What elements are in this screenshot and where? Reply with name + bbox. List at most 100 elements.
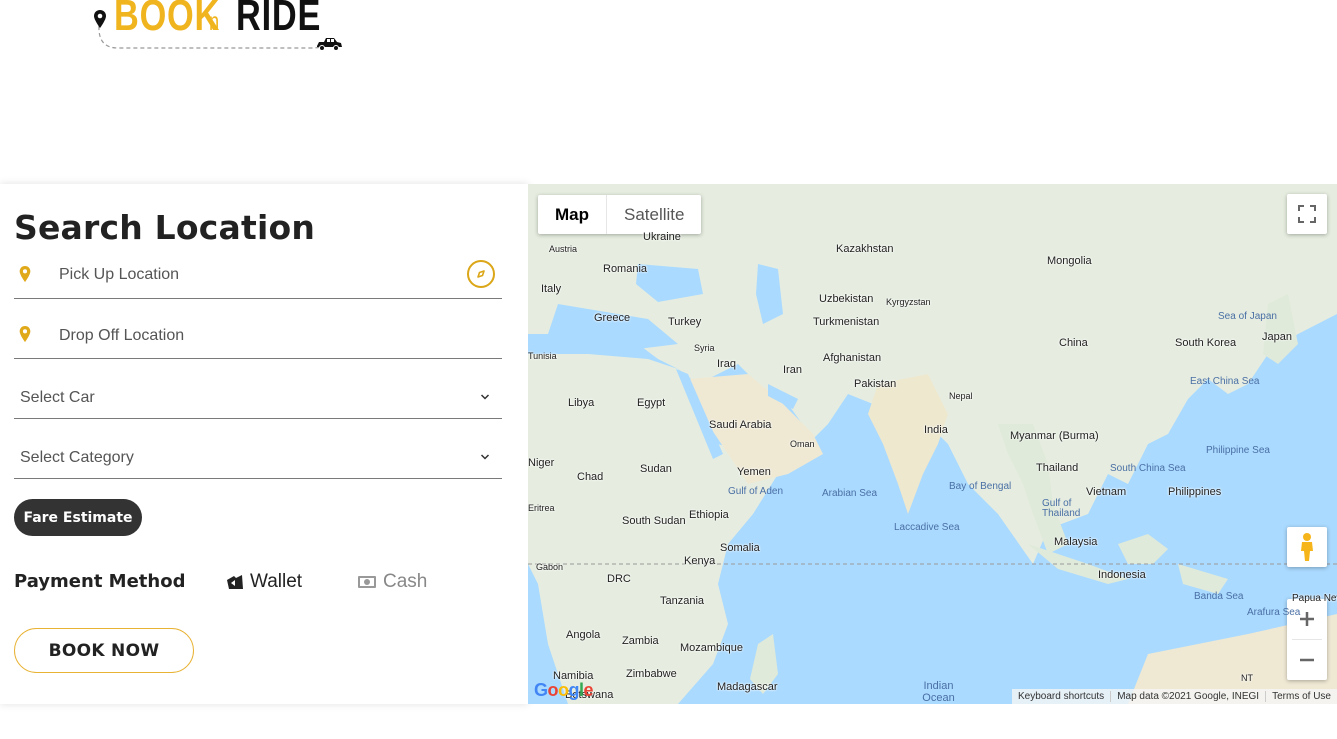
pickup-placeholder: Pick Up Location: [59, 266, 180, 283]
chevron-down-icon: [480, 454, 490, 460]
map-label: Philippines: [1168, 486, 1222, 498]
fullscreen-button[interactable]: [1287, 194, 1327, 234]
terms-of-use-link[interactable]: Terms of Use: [1266, 691, 1337, 702]
dropoff-location-input[interactable]: Drop Off Location: [14, 299, 502, 359]
current-location-button[interactable]: [467, 260, 495, 288]
map-label: Italy: [541, 283, 562, 295]
map-label: Egypt: [637, 397, 666, 409]
compass-icon: [477, 270, 485, 278]
map-label: Zimbabwe: [626, 668, 677, 680]
map-label: Iran: [783, 364, 802, 376]
map-label: Chad: [577, 471, 604, 483]
map-label: Japan: [1262, 331, 1292, 343]
map-label: Indian Ocean: [922, 680, 955, 704]
payment-method-label: Payment Method: [14, 571, 186, 592]
location-pin-icon: [19, 266, 31, 282]
map-label: Arafura Sea: [1247, 607, 1301, 618]
map-label: Pakistan: [854, 378, 897, 390]
payment-option-cash[interactable]: Cash: [357, 571, 427, 593]
map-label: Yemen: [737, 466, 771, 478]
map-label: Vietnam: [1086, 486, 1127, 498]
map-label: Eritrea: [528, 503, 555, 513]
map-label: Zambia: [622, 635, 659, 647]
map-label: Kenya: [684, 555, 716, 567]
fare-estimate-button[interactable]: Fare Estimate: [14, 499, 142, 536]
map-label: Mongolia: [1047, 255, 1092, 267]
map-label: Sea of Japan: [1218, 311, 1277, 322]
map-label: Tanzania: [660, 595, 705, 607]
map-label: Sudan: [640, 463, 672, 475]
search-panel: Search Location Pick Up Location Drop Of…: [0, 184, 528, 704]
map-label: Nepal: [949, 391, 973, 401]
pegman-icon: [1301, 533, 1313, 561]
map-data-credit: Map data ©2021 Google, INEGI: [1117, 691, 1260, 702]
location-pin-icon: [94, 10, 106, 28]
map-label: Laccadive Sea: [894, 522, 960, 533]
map-label: Tunisia: [528, 351, 557, 361]
cash-icon: [358, 576, 376, 588]
book-now-button[interactable]: BOOK NOW: [14, 628, 194, 673]
map-label: Gabon: [536, 562, 564, 572]
map-label: Libya: [568, 397, 595, 409]
map-label: Banda Sea: [1194, 591, 1244, 602]
select-car-label: Select Car: [20, 389, 95, 406]
map-label: Greece: [594, 312, 631, 324]
google-logo[interactable]: Google: [534, 680, 594, 701]
map-label: Kazakhstan: [836, 243, 894, 255]
map-label: Bay of Bengal: [949, 481, 1012, 492]
map-label: Malaysia: [1054, 536, 1098, 548]
map-label: Saudi Arabia: [709, 419, 772, 431]
street-view-pegman[interactable]: [1287, 527, 1327, 567]
dropoff-placeholder: Drop Off Location: [59, 327, 185, 344]
map-type-toggle: Map Satellite: [538, 195, 702, 234]
zoom-out-icon: [1300, 658, 1314, 662]
map-label: Iraq: [717, 358, 736, 370]
logo-ride-text: RIDE: [236, 0, 322, 40]
map-label: Thailand: [1036, 462, 1079, 474]
zoom-in-icon: [1300, 612, 1314, 626]
map-label: South China Sea: [1110, 463, 1186, 474]
logo-book-text: BOOK: [114, 0, 221, 40]
map-label: Romania: [603, 263, 648, 275]
map-label: Uzbekistan: [819, 293, 874, 305]
select-car-dropdown[interactable]: Select Car: [14, 359, 502, 419]
payment-option-wallet[interactable]: Wallet: [226, 571, 302, 593]
map-label: Ethiopia: [689, 509, 729, 521]
map-label: India: [924, 424, 948, 436]
map-label: Afghanistan: [823, 352, 882, 364]
keyboard-shortcuts-link[interactable]: Keyboard shortcuts: [1012, 691, 1110, 702]
chevron-down-icon: [480, 394, 490, 400]
map-label: Oman: [790, 439, 815, 449]
map-label: Austria: [549, 244, 578, 254]
map-label: Gulf of Thailand: [1042, 498, 1081, 519]
map-label: South Korea: [1175, 337, 1237, 349]
location-pin-icon: [19, 326, 31, 342]
map-label: Angola: [566, 629, 601, 641]
map-label: Philippine Sea: [1206, 445, 1270, 456]
zoom-out-button[interactable]: [1287, 640, 1327, 680]
select-category-dropdown[interactable]: Select Category: [14, 419, 502, 479]
cash-label: Cash: [383, 571, 428, 592]
map-label: Turkmenistan: [813, 316, 880, 328]
map-label: Madagascar: [717, 681, 778, 693]
map-label: Somalia: [720, 542, 760, 554]
map-label: Myanmar (Burma): [1010, 430, 1099, 442]
logo-n-text: n: [209, 6, 220, 36]
map-label: South Sudan: [622, 515, 686, 527]
map-label: Mozambique: [680, 642, 743, 654]
map-type-map[interactable]: Map: [538, 195, 607, 234]
map-label: East China Sea: [1190, 376, 1260, 387]
zoom-in-button[interactable]: [1287, 599, 1327, 639]
logo[interactable]: BOOK n RIDE: [88, 0, 348, 56]
map-label: Papua New Guinea: [1292, 593, 1337, 604]
map-type-satellite[interactable]: Satellite: [607, 195, 701, 234]
map-label: Syria: [694, 343, 715, 353]
map-view[interactable]: Map Satellite Ukraine Kazakhstan Mongoli…: [528, 184, 1337, 704]
map-label: Indonesia: [1098, 569, 1146, 581]
pickup-location-input[interactable]: Pick Up Location: [14, 244, 502, 299]
panel-title: Search Location: [14, 208, 316, 247]
map-label: Ukraine: [643, 231, 681, 243]
fullscreen-icon: [1298, 205, 1316, 223]
map-label: DRC: [607, 573, 631, 585]
map-label: Gulf of Aden: [728, 486, 784, 497]
